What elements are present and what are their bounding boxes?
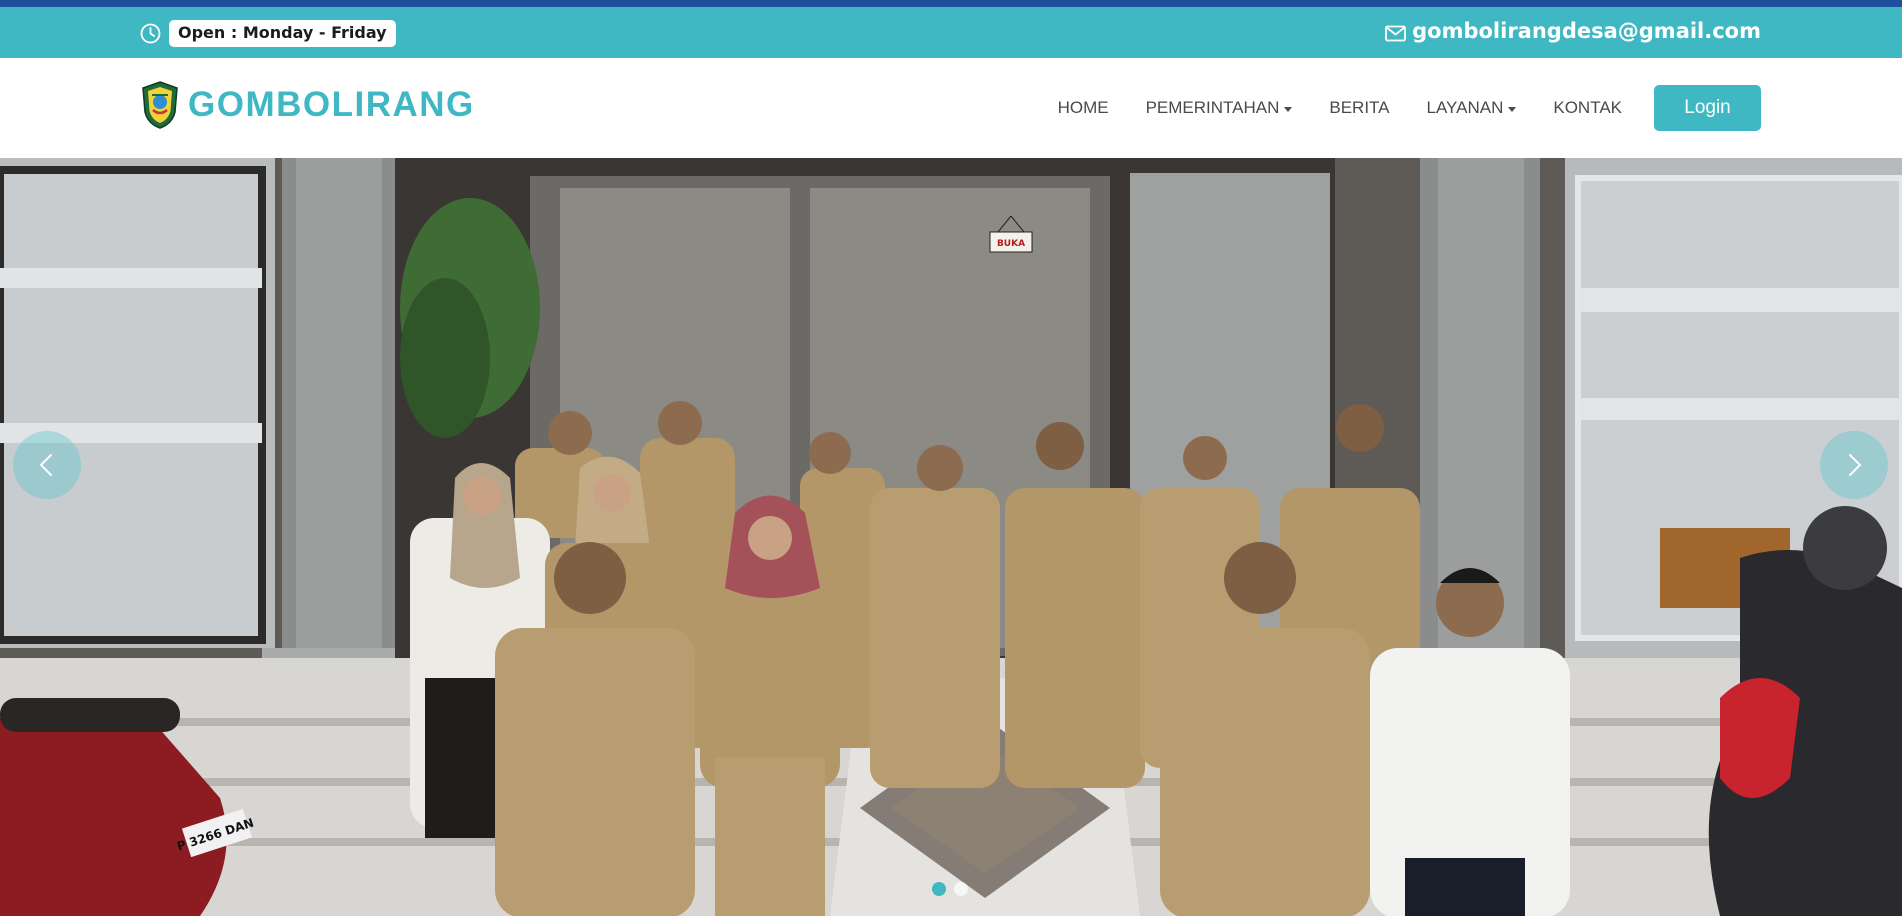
clock-icon <box>140 23 161 44</box>
door-sign-text: BUKA <box>997 239 1025 249</box>
nav-item-label: KONTAK <box>1553 98 1622 117</box>
chevron-left-icon <box>39 454 52 476</box>
carousel-prev-button[interactable] <box>13 431 81 499</box>
chevron-right-icon <box>1849 454 1862 476</box>
village-emblem-logo <box>140 80 180 130</box>
carousel-indicator-2[interactable] <box>954 882 968 896</box>
nav-item-label: BERITA <box>1329 98 1390 117</box>
top-accent-stripe <box>0 0 1902 7</box>
caret-down-icon <box>1284 106 1293 112</box>
mail-icon <box>1385 23 1407 41</box>
hero-carousel: BUKA P 3266 DAN <box>0 158 1902 916</box>
carousel-indicators <box>932 882 968 896</box>
opening-hours-badge: Open : Monday - Friday <box>169 20 396 47</box>
nav-item-berita[interactable]: BERITA <box>1329 98 1389 118</box>
carousel-indicator-1[interactable] <box>932 882 946 896</box>
login-button[interactable]: Login <box>1654 85 1761 131</box>
nav-item-pemerintahan[interactable]: PEMERINTAHAN <box>1146 98 1293 118</box>
nav-item-kontak[interactable]: KONTAK <box>1553 98 1622 118</box>
top-info-bar: Open : Monday - Friday gombolirangdesa@g… <box>0 7 1902 58</box>
nav-item-label: LAYANAN <box>1426 98 1504 117</box>
nav-item-label: HOME <box>1057 98 1109 117</box>
contact-email-link[interactable]: gombolirangdesa@gmail.com <box>1385 19 1761 43</box>
nav-item-label: PEMERINTAHAN <box>1145 98 1280 117</box>
brand-name[interactable]: GOMBOLIRANG <box>188 85 475 125</box>
opening-hours: Open : Monday - Friday <box>140 20 396 47</box>
contact-email-text[interactable]: gombolirangdesa@gmail.com <box>1412 19 1761 43</box>
nav-item-home[interactable]: HOME <box>1058 98 1109 118</box>
nav-menu: HOME PEMERINTAHAN BERITA LAYANAN KONTAK … <box>1021 85 1761 131</box>
brand-home-link[interactable]: GOMBOLIRANG <box>140 80 475 130</box>
hero-slide-photo: BUKA P 3266 DAN <box>0 158 1902 916</box>
caret-down-icon <box>1508 106 1517 112</box>
main-navbar: GOMBOLIRANG HOME PEMERINTAHAN BERITA LAY… <box>0 58 1902 158</box>
nav-item-layanan[interactable]: LAYANAN <box>1427 98 1517 118</box>
carousel-next-button[interactable] <box>1820 431 1888 499</box>
